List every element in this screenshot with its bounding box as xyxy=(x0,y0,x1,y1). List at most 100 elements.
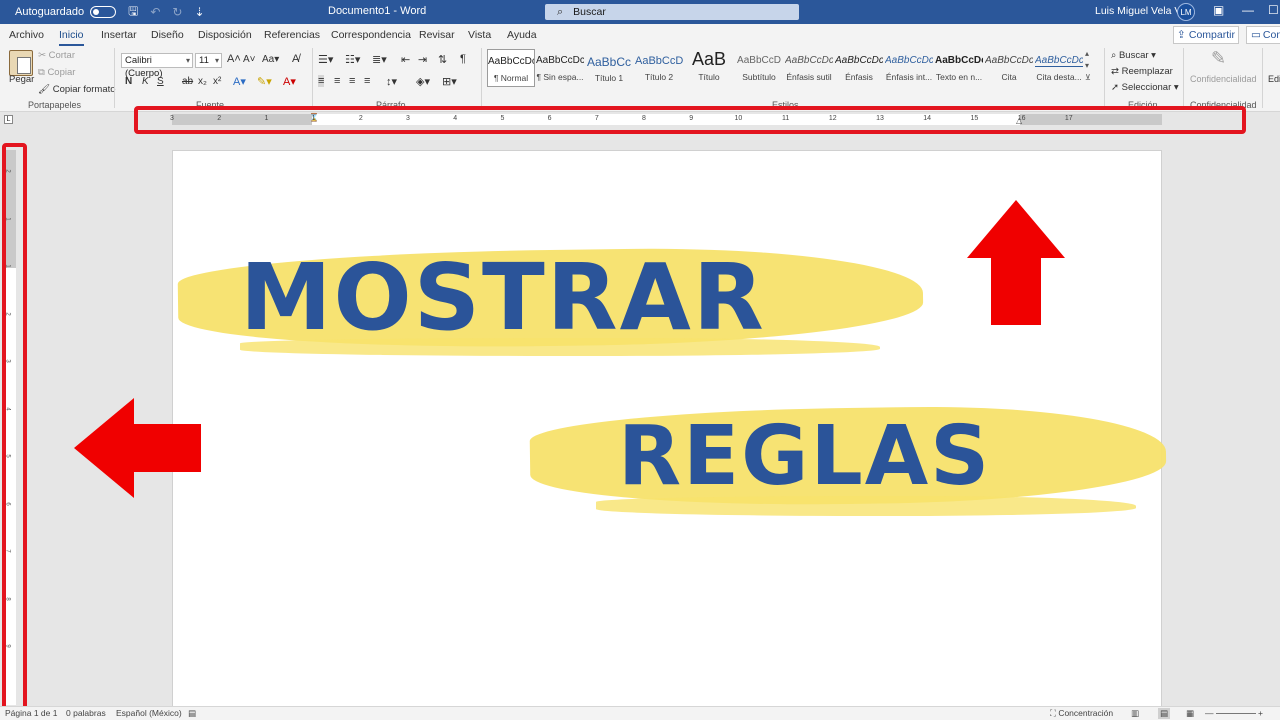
web-layout-icon[interactable]: ▦ xyxy=(1186,708,1194,719)
style-heading-2[interactable]: AaBbCcD Título 2 xyxy=(635,49,683,87)
bullets-icon[interactable]: ☰▾ xyxy=(318,53,333,66)
style-sample: AaBbCcD xyxy=(635,55,683,67)
gallery-up-icon[interactable]: ▴ xyxy=(1085,49,1089,58)
zoom-out-icon[interactable]: — xyxy=(1205,708,1214,718)
style-emphasis[interactable]: AaBbCcDc Énfasis xyxy=(835,49,883,87)
shrink-font-icon[interactable]: A˅ xyxy=(243,54,256,65)
find-button[interactable]: ⌕ Buscar ▾ xyxy=(1111,50,1156,61)
shading-icon[interactable]: ◈▾ xyxy=(416,75,430,88)
sort-icon[interactable]: ⇅ xyxy=(438,53,447,66)
status-bar: Página 1 de 1 0 palabras Español (México… xyxy=(0,706,1280,720)
align-center-icon[interactable]: ≡ xyxy=(334,75,340,87)
align-right-icon[interactable]: ≡ xyxy=(349,75,355,87)
copy-button[interactable]: ⧉ Copiar xyxy=(38,67,75,78)
change-case-icon[interactable]: Aa▾ xyxy=(262,54,279,65)
select-button[interactable]: ➚ Seleccionar ▾ xyxy=(1111,82,1179,93)
pilcrow-icon[interactable]: ¶ xyxy=(460,53,466,65)
style-title[interactable]: AaB Título xyxy=(685,49,733,87)
tab-vista[interactable]: Vista xyxy=(468,29,491,41)
style-name: Subtítulo xyxy=(742,72,776,82)
tab-insertar[interactable]: Insertar xyxy=(101,29,137,41)
subscript-icon[interactable]: x₂ xyxy=(198,76,207,87)
style-intense-emphasis[interactable]: AaBbCcDc Énfasis int... xyxy=(885,49,933,87)
strikethrough-icon[interactable]: ab xyxy=(182,76,193,87)
grow-font-icon[interactable]: A˄ xyxy=(227,53,241,65)
ribbon-display-icon[interactable]: ▣ xyxy=(1213,3,1224,17)
style-normal[interactable]: AaBbCcDc ¶ Normal xyxy=(487,49,535,87)
clear-format-icon[interactable]: A̸ xyxy=(292,53,299,65)
style-quote[interactable]: AaBbCcDc Cita xyxy=(985,49,1033,87)
tab-archivo[interactable]: Archivo xyxy=(9,29,44,41)
cut-button[interactable]: ✂ Cortar xyxy=(38,50,75,61)
save-icon[interactable]: 🖫 xyxy=(128,2,138,23)
line-spacing-icon[interactable]: ↕▾ xyxy=(386,75,397,88)
underline-button[interactable]: S xyxy=(157,76,164,87)
tab-inicio[interactable]: Inicio xyxy=(59,29,84,46)
maximize-icon[interactable]: ☐ xyxy=(1268,3,1279,17)
minimize-icon[interactable]: — xyxy=(1242,3,1254,17)
autosave-toggle[interactable] xyxy=(90,6,117,18)
highlight-icon[interactable]: ✎▾ xyxy=(257,75,272,88)
language[interactable]: Español (México) xyxy=(116,708,182,718)
tab-disposicion[interactable]: Disposición xyxy=(198,29,252,41)
text-effects-icon[interactable]: A▾ xyxy=(233,75,246,88)
font-name-select[interactable]: Calibri (Cuerpo) xyxy=(121,53,193,79)
search-box[interactable]: ⌕ Buscar xyxy=(545,4,799,20)
style-no-spacing[interactable]: AaBbCcDc ¶ Sin espa... xyxy=(536,49,584,87)
tab-revisar[interactable]: Revisar xyxy=(419,29,455,41)
gallery-more-icon[interactable]: ⊻ xyxy=(1085,73,1091,82)
share-label: Compartir xyxy=(1188,29,1235,41)
justify-icon[interactable]: ≡ xyxy=(364,75,370,87)
accessibility-icon[interactable]: ▤ xyxy=(188,708,196,719)
tab-referencias[interactable]: Referencias xyxy=(264,29,320,41)
tab-diseno[interactable]: Diseño xyxy=(151,29,184,41)
tab-correspondencia[interactable]: Correspondencia xyxy=(331,29,411,41)
customize-toolbar-icon[interactable]: ⇣ xyxy=(194,5,204,19)
autosave-label: Autoguardado xyxy=(15,6,85,18)
gallery-down-icon[interactable]: ▾ xyxy=(1085,61,1089,70)
style-subtle-emphasis[interactable]: AaBbCcDc Énfasis sutil xyxy=(785,49,833,87)
style-name: Énfasis xyxy=(845,72,873,82)
zoom-slider[interactable] xyxy=(1216,713,1256,714)
multilevel-icon[interactable]: ≣▾ xyxy=(372,53,387,66)
italic-button[interactable]: K xyxy=(142,76,149,87)
divider xyxy=(1104,48,1105,108)
increase-indent-icon[interactable]: ⇥ xyxy=(418,53,427,66)
word-count[interactable]: 0 palabras xyxy=(66,708,106,718)
decrease-indent-icon[interactable]: ⇤ xyxy=(401,53,410,66)
align-left-icon[interactable]: ≡ xyxy=(318,75,325,87)
zoom-in-icon[interactable]: + xyxy=(1258,708,1263,718)
page-count[interactable]: Página 1 de 1 xyxy=(5,708,57,718)
style-name: Título xyxy=(698,72,720,82)
style-intense-quote[interactable]: AaBbCcDc Cita desta... xyxy=(1035,49,1083,87)
style-strong[interactable]: AaBbCcDc Texto en n... xyxy=(935,49,983,87)
undo-icon[interactable]: ↶ xyxy=(150,5,160,19)
sensitivity-button[interactable]: Confidencialidad xyxy=(1190,74,1257,84)
superscript-icon[interactable]: x² xyxy=(213,76,221,87)
ruler-highlight-box xyxy=(134,106,1246,134)
paste-label[interactable]: Pegar xyxy=(9,74,34,85)
comments-button[interactable]: ▭ Com xyxy=(1246,26,1280,44)
bold-button[interactable]: N xyxy=(125,76,132,87)
style-heading-1[interactable]: AaBbCc Título 1 xyxy=(585,49,633,87)
numbering-icon[interactable]: ☷▾ xyxy=(345,53,360,66)
sensitivity-icon[interactable]: ✎ xyxy=(1211,48,1226,69)
font-color-icon[interactable]: A▾ xyxy=(283,75,296,88)
read-mode-icon[interactable]: ▥ xyxy=(1131,708,1139,719)
redo-icon[interactable]: ↻ xyxy=(172,5,182,19)
clipboard-group-label: Portapapeles xyxy=(28,100,82,110)
avatar[interactable]: LM xyxy=(1177,3,1195,21)
tab-ayuda[interactable]: Ayuda xyxy=(507,29,537,41)
editor-button[interactable]: Edi xyxy=(1268,74,1280,84)
paste-icon[interactable] xyxy=(9,50,33,76)
tab-selector-icon[interactable]: L xyxy=(4,115,13,124)
focus-button[interactable]: ⛶ Concentración xyxy=(1050,708,1113,719)
print-layout-icon[interactable]: ▤ xyxy=(1158,708,1171,719)
replace-button[interactable]: ⇄ Reemplazar xyxy=(1111,66,1173,77)
borders-icon[interactable]: ⊞▾ xyxy=(442,75,457,88)
divider xyxy=(312,48,313,108)
format-painter-button[interactable]: 🖌 Copiar formato xyxy=(38,84,116,95)
style-subtitle[interactable]: AaBbCcD Subtítulo xyxy=(735,49,783,87)
share-button[interactable]: ⇪ Compartir xyxy=(1173,26,1239,44)
font-size-select[interactable]: 11 xyxy=(195,53,222,68)
